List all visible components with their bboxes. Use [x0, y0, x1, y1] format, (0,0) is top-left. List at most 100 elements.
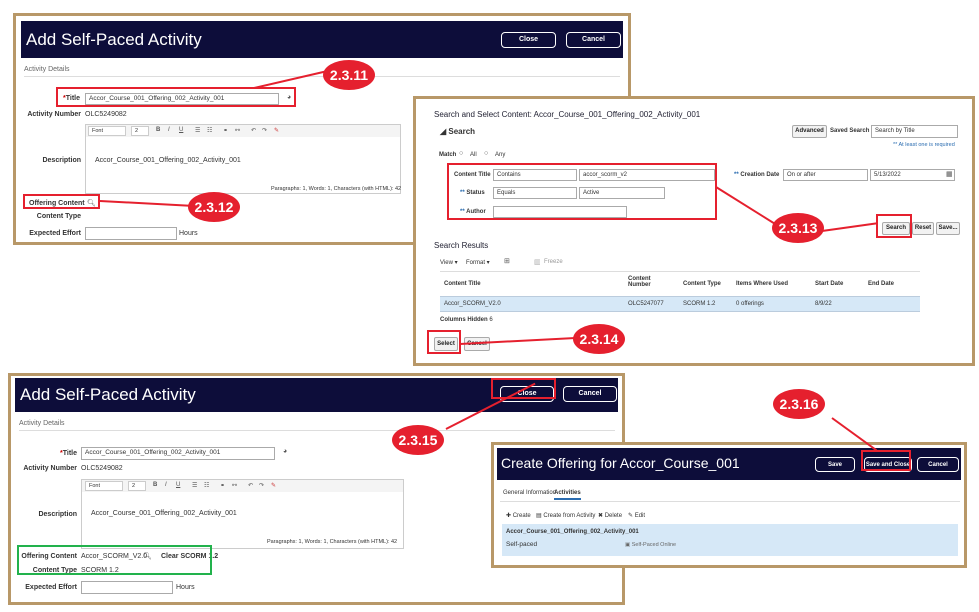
redo-icon[interactable]: ↷: [259, 482, 264, 489]
editor-status: Paragraphs: 1, Words: 1, Characters (wit…: [267, 539, 398, 545]
save-and-close-highlight: [861, 450, 911, 471]
search-button-highlight: [876, 214, 912, 238]
description-label: Description: [38, 511, 77, 518]
section-label: Activity Details: [19, 420, 65, 427]
italic-icon[interactable]: I: [165, 482, 167, 488]
content-type-label: Content Type: [36, 213, 81, 220]
callout-2311: 2.3.11: [323, 60, 375, 90]
cell-start-date: 8/9/22: [815, 301, 832, 307]
size-select[interactable]: 2: [131, 126, 149, 136]
callout-2312: 2.3.12: [188, 192, 240, 222]
ordered-list-icon[interactable]: ☰: [192, 482, 197, 489]
tab-activities[interactable]: Activities: [554, 490, 581, 500]
cell-content-type: SCORM 1.2: [683, 301, 716, 307]
create-action[interactable]: ✚ Create: [506, 512, 531, 519]
page-title: Add Self-Paced Activity: [26, 30, 202, 49]
cell-items-where-used: 0 offerings: [736, 301, 764, 307]
clear-format-icon[interactable]: ✎: [274, 127, 279, 134]
required-note: ** At least one is required: [893, 142, 955, 148]
page-title: Create Offering for Accor_Course_001: [501, 455, 740, 471]
font-select[interactable]: Font: [85, 481, 123, 491]
bullet-list-icon[interactable]: ☷: [204, 482, 209, 489]
freeze-icon[interactable]: ▥: [534, 258, 541, 266]
select-button-highlight: [427, 330, 461, 354]
col-content-type: Content Type: [683, 281, 721, 287]
col-content-title: Content Title: [444, 281, 481, 287]
saved-search-label: Saved Search: [830, 128, 870, 134]
radio-any[interactable]: ○: [484, 150, 488, 157]
bold-icon[interactable]: B: [156, 127, 160, 133]
underline-icon[interactable]: U: [179, 127, 183, 133]
activity-name: Accor_Course_001_Offering_002_Activity_0…: [506, 529, 639, 535]
detach-icon[interactable]: ⊞: [504, 257, 510, 265]
creation-date-label: ** Creation Date: [734, 172, 780, 178]
activity-mode: ▣ Self-Paced Online: [625, 542, 677, 548]
radio-all[interactable]: ○: [459, 150, 463, 157]
results-header: Search Results: [434, 241, 489, 250]
unlink-icon[interactable]: ⚯: [235, 127, 240, 134]
callout-2316: 2.3.16: [773, 389, 825, 419]
search-section-header: ◢ Search: [440, 127, 476, 136]
cancel-button[interactable]: Cancel: [563, 386, 617, 402]
title-input[interactable]: Accor_Course_001_Offering_002_Activity_0…: [81, 447, 275, 460]
reset-button[interactable]: Reset: [912, 222, 934, 235]
cell-content-number: OLC5247077: [628, 301, 664, 307]
delete-action[interactable]: ✖ Delete: [598, 512, 622, 519]
bold-icon[interactable]: B: [153, 482, 157, 488]
panel-header: Add Self-Paced Activity Close Cancel: [21, 21, 623, 58]
callout-2314: 2.3.14: [573, 324, 625, 354]
col-end-date: End Date: [868, 281, 895, 287]
section-label: Activity Details: [24, 66, 70, 73]
expected-effort-input[interactable]: [81, 581, 173, 594]
undo-icon[interactable]: ↶: [248, 482, 253, 489]
underline-icon[interactable]: U: [176, 482, 180, 488]
edit-action[interactable]: ✎ Edit: [628, 512, 645, 519]
creation-date-input[interactable]: 5/13/2022: [870, 169, 955, 181]
font-select[interactable]: Font: [88, 126, 126, 136]
activity-number-value: OLC5249082: [85, 111, 127, 118]
activity-number-label: Activity Number: [23, 465, 77, 472]
col-content-number: Content Number: [628, 276, 651, 288]
link-icon[interactable]: ⚭: [223, 127, 228, 134]
col-items-where-used: Items Where Used: [736, 281, 789, 287]
dialog-title: Search and Select Content: Accor_Course_…: [434, 110, 701, 119]
advanced-button[interactable]: Advanced: [792, 125, 827, 138]
link-icon[interactable]: ⚭: [220, 482, 225, 489]
radio-any-label: Any: [495, 152, 506, 158]
bullet-list-icon[interactable]: ☷: [207, 127, 212, 134]
callout-2315: 2.3.15: [392, 425, 444, 455]
tab-general-information[interactable]: General Information: [503, 490, 556, 496]
radio-all-label: All: [470, 152, 477, 158]
freeze-label: Freeze: [544, 259, 563, 265]
redo-icon[interactable]: ↷: [262, 127, 267, 134]
size-select[interactable]: 2: [128, 481, 146, 491]
saved-search-select[interactable]: Search by Title: [871, 125, 958, 138]
search-criteria-highlight: [447, 163, 717, 220]
globe-icon[interactable]: ◕: [283, 448, 287, 455]
offering-content-highlight: [23, 194, 100, 209]
activity-type: Self-paced: [506, 541, 538, 548]
close-button[interactable]: Close: [501, 32, 556, 48]
clear-format-icon[interactable]: ✎: [271, 482, 276, 489]
title-highlight: [56, 87, 296, 107]
cancel-button[interactable]: Cancel: [917, 457, 959, 472]
save-button[interactable]: Save: [815, 457, 855, 472]
table-row-selected[interactable]: [440, 296, 920, 312]
activity-number-value: OLC5249082: [81, 465, 123, 472]
calendar-icon[interactable]: ▦: [946, 170, 953, 178]
view-menu[interactable]: View ▾: [440, 259, 458, 266]
expected-effort-input[interactable]: [85, 227, 177, 240]
format-menu[interactable]: Format ▾: [466, 259, 490, 266]
unlink-icon[interactable]: ⚯: [232, 482, 237, 489]
cancel-button[interactable]: Cancel: [566, 32, 621, 48]
ordered-list-icon[interactable]: ☰: [195, 127, 200, 134]
activity-number-label: Activity Number: [27, 111, 81, 118]
save-search-button[interactable]: Save...: [936, 222, 960, 235]
description-text: Accor_Course_001_Offering_002_Activity_0…: [95, 157, 241, 164]
undo-icon[interactable]: ↶: [251, 127, 256, 134]
italic-icon[interactable]: I: [168, 127, 170, 133]
creation-date-operator[interactable]: On or after: [783, 169, 868, 181]
create-from-activity-action[interactable]: ▤ Create from Activity: [536, 512, 595, 519]
page-title: Add Self-Paced Activity: [20, 385, 196, 404]
columns-hidden: Columns Hidden 6: [440, 317, 493, 323]
